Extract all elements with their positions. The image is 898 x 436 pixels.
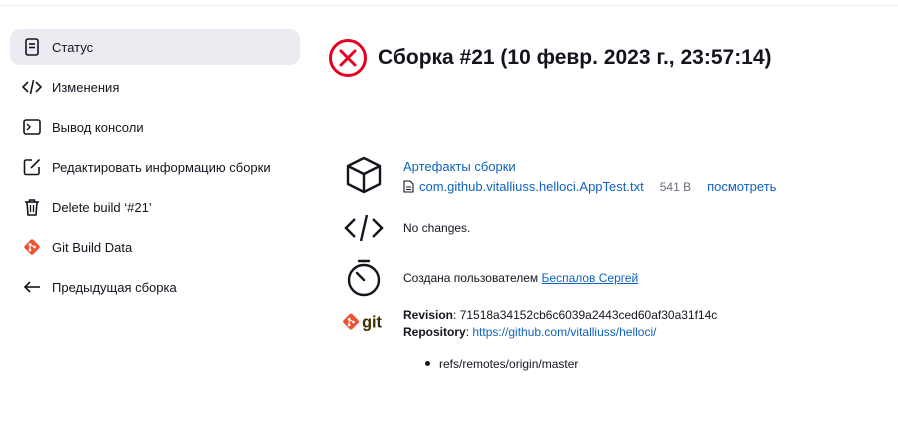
sidebar-item-status[interactable]: Статус [10,29,300,65]
sidebar-item-label: Вывод консоли [52,119,144,135]
artifact-file-link[interactable]: com.github.vitalliuss.helloci.AppTest.tx… [419,179,644,194]
git-section: git Revision: 71518a34152cb6c6039a2443ce… [342,304,717,373]
code-icon [342,206,386,250]
refs-list: refs/remotes/origin/master [425,356,717,373]
sidebar-item-label: Редактировать информацию сборки [52,159,271,175]
changes-section: No changes. [342,206,470,250]
revision-label: Revision [403,308,454,322]
top-divider [0,0,898,6]
svg-text:git: git [362,313,382,331]
timer-icon [342,256,386,300]
repository-link[interactable]: https://github.com/vitalliuss/helloci/ [472,325,656,339]
edit-icon [22,157,42,177]
sidebar-item-label: Статус [52,39,94,55]
sidebar-item-git-build-data[interactable]: Git Build Data [10,229,300,265]
main-content: Сборка #21 (10 февр. 2023 г., 23:57:14) … [328,38,888,371]
repository-label: Repository [403,325,466,339]
artifact-file-row: com.github.vitalliuss.helloci.AppTest.tx… [403,179,776,194]
arrow-left-icon [22,277,42,297]
started-by-section: Создана пользователем Беспалов Сергей [342,256,638,300]
artifacts-section: Артефакты сборки com.github.vitalliuss.h… [342,153,776,197]
git-icon [22,237,42,257]
sidebar-item-delete-build[interactable]: Delete build ‘#21’ [10,189,300,225]
revision-value: 71518a34152cb6c6039a2443ced60af30a31f14c [459,308,718,322]
artifacts-link[interactable]: Артефакты сборки [403,159,516,174]
sidebar-item-previous-build[interactable]: Предыдущая сборка [10,269,300,305]
git-repository-line: Repository: https://github.com/vitallius… [403,325,657,339]
changes-text: No changes. [403,221,471,235]
package-icon [342,153,386,197]
list-item: refs/remotes/origin/master [425,356,717,373]
artifact-view-link[interactable]: посмотреть [707,179,776,194]
terminal-icon [22,117,42,137]
code-icon [22,77,42,97]
failed-x-icon [328,38,368,78]
trash-icon [22,197,42,217]
started-by-user-link[interactable]: Беспалов Сергей [542,271,639,285]
git-logo-icon: git [342,304,386,348]
git-revision-line: Revision: 71518a34152cb6c6039a2443ced60a… [403,308,718,322]
sidebar-item-edit-build-info[interactable]: Редактировать информацию сборки [10,149,300,185]
sidebar: Статус Изменения Вывод консоли Редактиро… [10,29,300,309]
sidebar-item-label: Изменения [52,79,120,95]
page-header: Сборка #21 (10 февр. 2023 г., 23:57:14) [328,38,888,78]
sidebar-item-console[interactable]: Вывод консоли [10,109,300,145]
sidebar-item-label: Git Build Data [52,239,133,255]
sidebar-item-changes[interactable]: Изменения [10,69,300,105]
started-by-prefix: Создана пользователем [403,271,539,285]
artifact-file-size: 541 B [659,179,692,194]
file-icon [403,180,414,193]
sidebar-item-label: Delete build ‘#21’ [52,199,152,215]
sidebar-item-label: Предыдущая сборка [52,279,177,295]
document-icon [22,37,42,57]
page-title: Сборка #21 (10 февр. 2023 г., 23:57:14) [378,46,772,69]
